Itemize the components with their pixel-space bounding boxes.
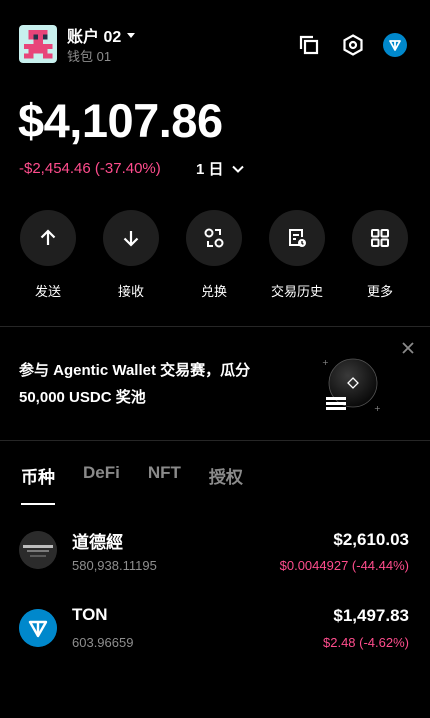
- promo-illustration: + +: [320, 355, 390, 415]
- send-label: 发送: [34, 284, 61, 299]
- arrow-down-icon: [103, 210, 159, 266]
- total-balance: $4,107.86: [18, 94, 223, 147]
- swap-label: 兑换: [200, 284, 227, 299]
- swap-button[interactable]: 兑换: [186, 210, 242, 300]
- asset-name: TON: [72, 605, 108, 624]
- more-button[interactable]: 更多: [352, 210, 408, 300]
- tab-nft[interactable]: NFT: [148, 463, 181, 488]
- tab-approvals[interactable]: 授权: [209, 463, 243, 488]
- history-icon: [269, 210, 325, 266]
- period-label: 1 日: [196, 161, 224, 178]
- asset-value: $2,610.03: [333, 530, 409, 549]
- balance-change: -$2,454.46 (-37.40%): [19, 160, 161, 177]
- period-selector[interactable]: 1 日: [196, 158, 246, 179]
- arrow-up-icon: [20, 210, 76, 266]
- chevron-down-icon: [231, 165, 244, 173]
- daodejing-token-icon: [19, 531, 57, 569]
- asset-amount: 603.96659: [72, 635, 134, 650]
- history-button[interactable]: 交易历史: [269, 210, 325, 300]
- asset-name: 道德經: [72, 533, 123, 552]
- svg-text:+: +: [374, 404, 381, 413]
- asset-change: $0.0044927 (-44.44%): [279, 558, 409, 573]
- ton-token-icon: [19, 609, 57, 647]
- receive-label: 接收: [117, 284, 144, 299]
- divider: [0, 440, 430, 441]
- ton-network-icon[interactable]: [383, 33, 407, 57]
- send-button[interactable]: 发送: [20, 210, 76, 300]
- receive-button[interactable]: 接收: [103, 210, 159, 300]
- caret-down-icon: [127, 32, 136, 38]
- hexagon-settings-icon[interactable]: [341, 33, 365, 57]
- grid-icon: [352, 210, 408, 266]
- wallet-name: 钱包 01: [67, 49, 112, 64]
- account-avatar[interactable]: [19, 25, 57, 63]
- asset-amount: 580,938.11195: [72, 558, 157, 573]
- history-label: 交易历史: [270, 284, 323, 299]
- asset-change: $2.48 (-4.62%): [323, 635, 409, 650]
- promo-line-1: 参与 Agentic Wallet 交易赛，瓜分: [19, 362, 251, 379]
- account-name: 账户 02: [67, 29, 122, 46]
- more-label: 更多: [366, 284, 393, 299]
- swap-icon: [186, 210, 242, 266]
- tab-tokens[interactable]: 币种: [21, 463, 55, 505]
- tab-defi[interactable]: DeFi: [83, 463, 120, 488]
- asset-value: $1,497.83: [333, 606, 409, 625]
- promo-banner-text[interactable]: 参与 Agentic Wallet 交易赛，瓜分 50,000 USDC 奖池: [19, 357, 299, 411]
- divider: [0, 326, 430, 327]
- account-selector[interactable]: 账户 02: [67, 23, 136, 47]
- svg-text:+: +: [322, 358, 329, 367]
- asset-tabs: 币种 DeFi NFT 授权: [21, 463, 243, 505]
- copy-icon[interactable]: [297, 33, 321, 57]
- promo-line-2: 50,000 USDC 奖池: [19, 389, 146, 406]
- close-icon[interactable]: [400, 340, 416, 356]
